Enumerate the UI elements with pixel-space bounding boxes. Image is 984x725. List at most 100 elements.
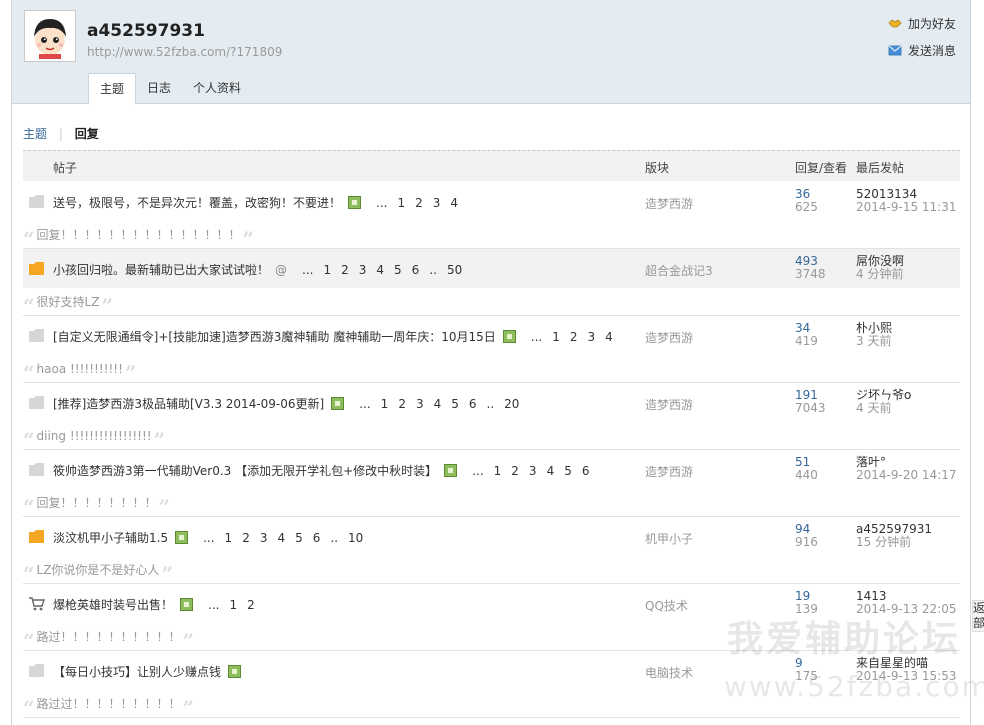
table-row: [推荐]造梦西游3极品辅助[V3.3 2014-09-06更新]... 1 2 3 4 5…: [23, 383, 960, 450]
reply-quote[interactable]: “路过过！！！！！！！！！”: [23, 692, 194, 718]
thread-main: 淡汶机甲小子辅助1.5... 1 2 3 4 5 6.. 10 机甲小子 94 916 a452597…: [23, 517, 960, 556]
page-link[interactable]: 6: [313, 531, 321, 545]
last-post: 52013134 2014-9-15 11:31: [856, 188, 957, 214]
page-link[interactable]: 4: [434, 397, 442, 411]
page-link[interactable]: 2: [247, 598, 255, 612]
thread-forum-link[interactable]: 机甲小子: [645, 530, 693, 547]
profile-header: a452597931 http://www.52fzba.com/?171809…: [12, 0, 970, 105]
open-quote-icon: “: [23, 360, 35, 385]
back-to-top-tab[interactable]: 返部: [972, 600, 984, 632]
watermark-title: 我爱辅助论坛: [727, 619, 962, 660]
table-row: 小孩回归啦。最新辅助已出大家试试啦！ @... 1 2 3 4 5 6.. 50 超合金战记3 49…: [23, 249, 960, 316]
page-link[interactable]: 5: [394, 263, 402, 277]
last-post-time[interactable]: 4 分钟前: [856, 268, 904, 281]
thread-forum-link[interactable]: 电脑技术: [645, 664, 693, 681]
subnav-replies-link[interactable]: 回复: [75, 127, 99, 141]
page-link[interactable]: 3: [416, 397, 424, 411]
thread-title-link[interactable]: [推荐]造梦西游3极品辅助[V3.3 2014-09-06更新]: [53, 395, 324, 412]
page-link[interactable]: 20: [504, 397, 519, 411]
thread-title-link[interactable]: 【每日小技巧】让别人少赚点钱: [53, 663, 221, 680]
page-link[interactable]: 3: [529, 464, 537, 478]
thread-title-line: 小孩回归啦。最新辅助已出大家试试啦！ @... 1 2 3 4 5 6.. 50: [53, 261, 467, 278]
page-link[interactable]: 4: [605, 330, 613, 344]
page-link: ...: [203, 530, 215, 545]
thread-title-link[interactable]: [自定义无限通缉令]+[技能加速]造梦西游3魔神辅助 魔神辅助一周年庆：10月1…: [53, 328, 496, 345]
page-link[interactable]: 1: [381, 397, 389, 411]
avatar-icon: [27, 13, 73, 59]
page-link[interactable]: 1: [225, 531, 233, 545]
reply-quote[interactable]: “diing !!!!!!!!!!!!!!!!!”: [23, 424, 165, 450]
header-post: 帖子: [53, 161, 78, 175]
page-link[interactable]: 5: [451, 397, 459, 411]
page-link[interactable]: 6: [469, 397, 477, 411]
last-post-time[interactable]: 2014-9-20 14:17: [856, 469, 957, 482]
thread-title-link[interactable]: 送号，极限号，不是异次元！覆盖，改密狗！不要进！: [53, 194, 341, 211]
table-row: 筱帅造梦西游3第一代辅助Ver0.3 【添加无限开学礼包+修改中秋时装】... 1…: [23, 450, 960, 517]
page-link[interactable]: 10: [348, 531, 363, 545]
last-post-time[interactable]: 2014-9-15 11:31: [856, 201, 957, 214]
page-link[interactable]: 4: [277, 531, 285, 545]
page-link[interactable]: 1: [552, 330, 560, 344]
tab-topics[interactable]: 主题: [88, 73, 137, 105]
folder-icon: [29, 530, 44, 543]
page-link[interactable]: 3: [359, 263, 367, 277]
thread-forum-link[interactable]: 造梦西游: [645, 463, 693, 480]
thread-title-link[interactable]: 筱帅造梦西游3第一代辅助Ver0.3 【添加无限开学礼包+修改中秋时装】: [53, 462, 437, 479]
page-link[interactable]: 3: [588, 330, 596, 344]
thread-forum-link[interactable]: 超合金战记3: [645, 262, 713, 279]
header-forum: 版块: [645, 161, 670, 175]
user-url[interactable]: http://www.52fzba.com/?171809: [87, 45, 282, 59]
thread-title-link[interactable]: 小孩回归啦。最新辅助已出大家试试啦！: [53, 261, 269, 278]
table-row: 送号，极限号，不是异次元！覆盖，改密狗！不要进！... 1 2 3 4 造梦西游 36 625…: [23, 182, 960, 249]
tab-blog[interactable]: 日志: [136, 73, 182, 105]
send-message-button[interactable]: 发送消息: [888, 41, 956, 59]
thread-title-link[interactable]: 淡汶机甲小子辅助1.5: [53, 529, 168, 546]
last-post-time[interactable]: 4 天前: [856, 402, 911, 415]
page-link[interactable]: 1: [494, 464, 502, 478]
page-link[interactable]: 1: [229, 598, 237, 612]
thread-forum-link[interactable]: 造梦西游: [645, 329, 693, 346]
thread-forum-link[interactable]: 造梦西游: [645, 396, 693, 413]
close-quote-icon: ”: [124, 360, 137, 385]
tab-profile[interactable]: 个人资料: [182, 73, 252, 105]
page-link[interactable]: 50: [447, 263, 462, 277]
page-link[interactable]: 2: [570, 330, 578, 344]
reply-quote[interactable]: “很好支持LZ”: [23, 290, 113, 316]
reply-quote[interactable]: “haoa !!!!!!!!!!!”: [23, 357, 137, 385]
reply-quote[interactable]: “路过！！！！！！！！！！”: [23, 625, 194, 651]
page-link[interactable]: 3: [260, 531, 268, 545]
thread-forum-link[interactable]: QQ技术: [645, 597, 688, 614]
page-link[interactable]: 1: [323, 263, 331, 277]
page-link[interactable]: 4: [547, 464, 555, 478]
open-quote-icon: “: [23, 561, 35, 586]
thread-title-line: 送号，极限号，不是异次元！覆盖，改密狗！不要进！... 1 2 3 4: [53, 194, 463, 211]
page-link[interactable]: 1: [397, 196, 405, 210]
page-link[interactable]: 2: [242, 531, 250, 545]
page-link[interactable]: 2: [341, 263, 349, 277]
reply-quote[interactable]: “回复！！！！！！！！！！！！！！！”: [23, 223, 255, 251]
page-link[interactable]: 2: [398, 397, 406, 411]
close-quote-icon: ”: [158, 494, 171, 519]
page-link: ...: [530, 329, 543, 344]
last-post-time[interactable]: 15 分钟前: [856, 536, 932, 549]
last-post-time[interactable]: 3 天前: [856, 335, 892, 348]
reply-quote[interactable]: “LZ你说你是不是好心人”: [23, 558, 173, 586]
image-attachment-icon: [175, 531, 189, 544]
page-link[interactable]: 2: [511, 464, 519, 478]
header-actions: 加为好友 发送消息: [888, 14, 956, 68]
avatar[interactable]: [24, 10, 76, 62]
page-link[interactable]: 3: [433, 196, 441, 210]
page-link[interactable]: 4: [376, 263, 384, 277]
page-link[interactable]: 2: [415, 196, 423, 210]
thread-title-link[interactable]: 爆枪英雄时装号出售！: [53, 596, 173, 613]
add-friend-button[interactable]: 加为好友: [888, 14, 956, 32]
thread-forum-link[interactable]: 造梦西游: [645, 195, 693, 212]
page-link[interactable]: 4: [450, 196, 458, 210]
page-link[interactable]: 5: [295, 531, 303, 545]
reply-quote[interactable]: “回复！！！！！！！！”: [23, 491, 171, 519]
close-quote-icon: ”: [242, 226, 255, 251]
page-link[interactable]: 6: [582, 464, 590, 478]
subnav-topics-link[interactable]: 主题: [23, 127, 47, 141]
page-link[interactable]: 6: [412, 263, 420, 277]
page-link[interactable]: 5: [564, 464, 572, 478]
